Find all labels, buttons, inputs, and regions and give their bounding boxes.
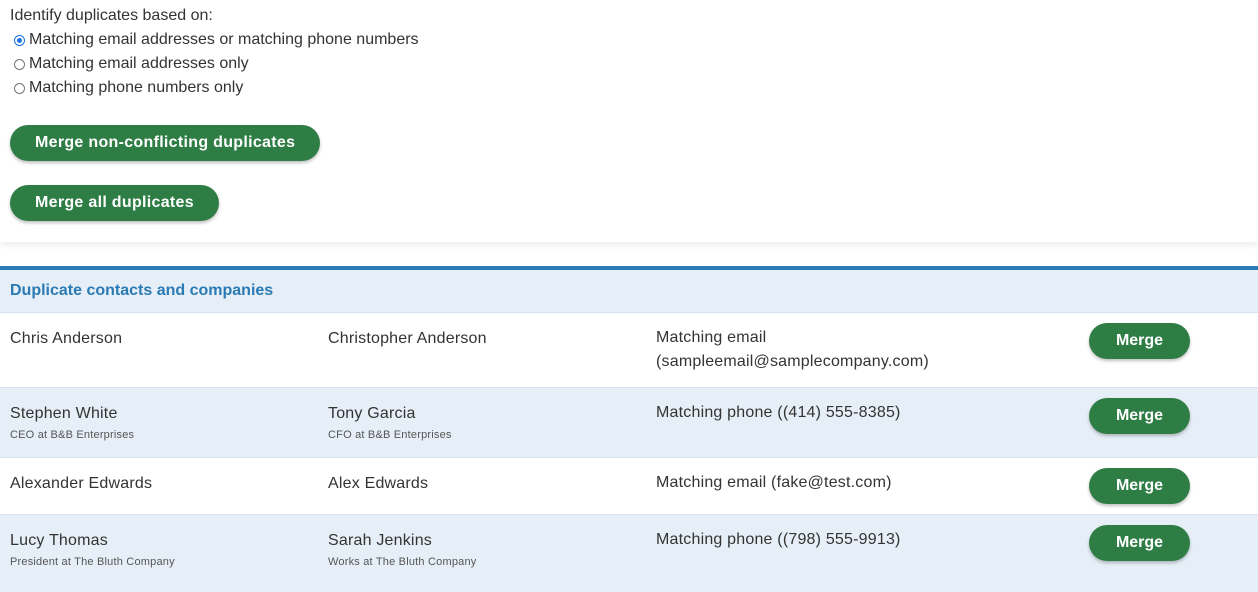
contact-2: Tony Garcia CFO at B&B Enterprises	[328, 405, 452, 441]
radio-button-checked[interactable]	[14, 34, 25, 46]
contact-name: Christopher Anderson	[328, 330, 487, 347]
match-reason-line: Matching phone ((798) 555-9913)	[656, 531, 901, 548]
match-reason-line: Matching phone ((414) 555-8385)	[656, 404, 901, 421]
contact-1: Stephen White CEO at B&B Enterprises	[10, 405, 134, 441]
contact-1: Alexander Edwards	[10, 475, 152, 493]
radio-button[interactable]	[14, 82, 25, 94]
contact-name: Sarah Jenkins	[328, 532, 432, 549]
contact-name: Chris Anderson	[10, 330, 123, 347]
radio-label[interactable]: Matching email addresses only	[29, 55, 249, 73]
contact-title: President at The Bluth Company	[10, 556, 175, 568]
contact-title: CEO at B&B Enterprises	[10, 429, 135, 441]
match-reason: Matching email (fake@test.com)	[656, 471, 892, 495]
contact-2: Alex Edwards	[328, 475, 428, 493]
section-title: Duplicate contacts and companies	[0, 270, 1258, 313]
contact-1: Lucy Thomas President at The Bluth Compa…	[10, 532, 175, 568]
merge-button[interactable]: Merge	[1089, 525, 1190, 561]
radio-label[interactable]: Matching email addresses or matching pho…	[29, 31, 419, 49]
merge-non-conflicting-button[interactable]: Merge non-conflicting duplicates	[10, 125, 321, 161]
merge-button[interactable]: Merge	[1089, 398, 1190, 434]
match-reason: Matching phone ((798) 555-9913)	[656, 528, 901, 552]
contact-name: Tony Garcia	[328, 405, 416, 422]
radio-email-or-phone[interactable]: Matching email addresses or matching pho…	[14, 30, 419, 50]
duplicate-options-panel: Identify duplicates based on: Matching e…	[0, 0, 1258, 242]
contact-name: Alexander Edwards	[10, 475, 153, 492]
contact-name: Alex Edwards	[328, 475, 429, 492]
duplicate-row: Alexander Edwards Alex Edwards Matching …	[0, 458, 1258, 515]
contact-name: Lucy Thomas	[10, 532, 108, 549]
match-reason: Matching email (sampleemail@samplecompan…	[656, 326, 929, 374]
merge-button[interactable]: Merge	[1089, 468, 1190, 504]
merge-button[interactable]: Merge	[1089, 323, 1190, 359]
merge-all-button[interactable]: Merge all duplicates	[10, 185, 219, 221]
contact-name: Stephen White	[10, 405, 118, 422]
contact-2: Sarah Jenkins Works at The Bluth Company	[328, 532, 476, 568]
duplicate-row: Chris Anderson Christopher Anderson Matc…	[0, 313, 1258, 388]
duplicate-row: Lucy Thomas President at The Bluth Compa…	[0, 515, 1258, 588]
match-reason-line: Matching email (fake@test.com)	[656, 474, 892, 491]
radio-button[interactable]	[14, 58, 25, 70]
match-reason: Matching phone ((414) 555-8385)	[656, 401, 901, 425]
contact-title: CFO at B&B Enterprises	[328, 429, 452, 441]
radio-label[interactable]: Matching phone numbers only	[29, 79, 243, 97]
radio-email-only[interactable]: Matching email addresses only	[14, 54, 249, 74]
radio-phone-only[interactable]: Matching phone numbers only	[14, 78, 243, 98]
duplicate-row: Stephen White CEO at B&B Enterprises Ton…	[0, 388, 1258, 458]
match-reason-line: (sampleemail@samplecompany.com)	[656, 353, 929, 370]
contact-1: Chris Anderson	[10, 330, 122, 348]
options-label: Identify duplicates based on:	[10, 7, 213, 24]
contact-title: Works at The Bluth Company	[328, 556, 477, 568]
match-reason-line: Matching email	[656, 329, 767, 346]
contact-2: Christopher Anderson	[328, 330, 487, 348]
